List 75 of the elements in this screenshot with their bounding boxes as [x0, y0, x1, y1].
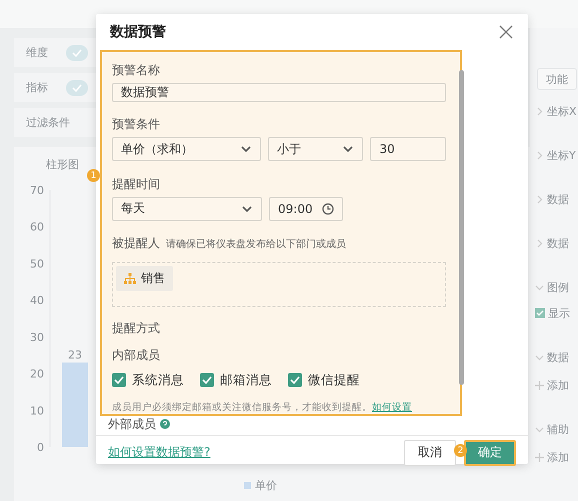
checkbox[interactable] — [200, 373, 214, 388]
add-link[interactable]: 添加 — [547, 450, 569, 464]
hint-text: 请确保已将仪表盘发布给以下部门或成员 — [166, 239, 346, 250]
check-icon — [290, 376, 300, 384]
checkbox-option[interactable]: 系统消息 — [112, 372, 184, 389]
check-icon — [536, 310, 544, 316]
step-badge: 1 — [87, 169, 100, 182]
plus-icon — [535, 452, 544, 462]
toggle-pill[interactable] — [66, 44, 88, 60]
operator-select[interactable]: 小于 — [268, 137, 364, 162]
recipient-box[interactable]: 销售 — [112, 262, 446, 308]
axis-label: 30 — [30, 330, 44, 344]
axis-label: 10 — [30, 404, 44, 418]
section-header[interactable]: 辅助 — [547, 422, 569, 436]
group-label: 内部成员 — [112, 346, 161, 364]
function-button[interactable]: 功能 — [537, 68, 577, 90]
section-header[interactable]: 数据 — [547, 350, 569, 364]
section-header[interactable]: 数据 — [547, 236, 569, 250]
axis-label: 20 — [30, 368, 44, 381]
checkbox-label: 显示 — [548, 306, 570, 320]
field-select[interactable]: 单价（求和） — [112, 137, 262, 162]
help-icon — [160, 419, 170, 429]
section-label: 外部成员 — [108, 416, 156, 432]
field-label: 预警条件 — [112, 116, 161, 134]
field-label: 指标 — [26, 80, 48, 95]
org-chart-icon — [124, 273, 136, 284]
field-label: 提醒方式 — [112, 320, 161, 337]
setup-link[interactable]: 如何设置 — [372, 402, 412, 413]
check-icon — [72, 84, 82, 92]
axis-label: 60 — [30, 220, 44, 234]
axis-label: 40 — [30, 294, 44, 308]
close-icon — [498, 24, 514, 40]
checkbox-option[interactable]: 微信提醒 — [288, 372, 360, 389]
field-label: 维度 — [26, 45, 48, 60]
close-button[interactable] — [498, 24, 514, 40]
add-link[interactable]: 添加 — [547, 378, 569, 392]
plus-icon — [535, 380, 544, 390]
dialog-title: 数据预警 — [110, 23, 166, 41]
clock-icon — [322, 202, 334, 215]
frequency-select[interactable]: 每天 — [112, 196, 262, 221]
field-label: 过滤条件 — [26, 115, 70, 130]
help-link[interactable]: 如何设置数据预警? — [108, 444, 396, 461]
field-label: 提醒时间 — [112, 176, 161, 193]
chevron-down-icon — [342, 144, 354, 154]
legend-swatch — [244, 482, 251, 489]
legend-label: 单价 — [255, 478, 277, 493]
scrollbar[interactable] — [459, 70, 464, 385]
axis-label: 50 — [30, 257, 44, 270]
checkbox[interactable] — [288, 373, 302, 388]
check-icon — [114, 376, 124, 384]
section-header[interactable]: 坐标Y — [547, 148, 576, 162]
section-header[interactable]: 数据 — [547, 192, 569, 206]
axis-label: 70 — [30, 184, 44, 197]
tag-label: 销售 — [141, 270, 165, 288]
note-text: 成员用户必须绑定邮箱或关注微信服务号，才能收到提醒。如何设置 — [112, 400, 413, 414]
field-label: 预警名称 — [112, 62, 161, 79]
bar-value-label: 23 — [68, 348, 82, 362]
value-input[interactable]: 30 — [370, 137, 446, 162]
cancel-button[interactable]: 取消 — [404, 440, 456, 466]
time-input[interactable]: 09:00 — [269, 196, 343, 221]
section-header[interactable]: 坐标X — [547, 104, 577, 118]
chart-title: 柱形图 — [45, 157, 80, 172]
check-icon — [202, 376, 212, 384]
toggle-pill[interactable] — [66, 80, 88, 96]
checkbox-option[interactable]: 邮箱消息 — [200, 372, 272, 389]
chevron-down-icon — [240, 144, 252, 154]
confirm-button[interactable]: 确定 — [464, 440, 516, 466]
axis-label: 0 — [37, 441, 44, 454]
check-icon — [72, 48, 82, 56]
chevron-down-icon — [241, 204, 253, 214]
section-header[interactable]: 图例 — [547, 280, 569, 294]
checkbox[interactable] — [535, 308, 545, 318]
name-input[interactable]: 数据预警 — [112, 83, 446, 102]
field-label: 被提醒人 — [112, 236, 160, 250]
checkbox[interactable] — [112, 373, 126, 388]
